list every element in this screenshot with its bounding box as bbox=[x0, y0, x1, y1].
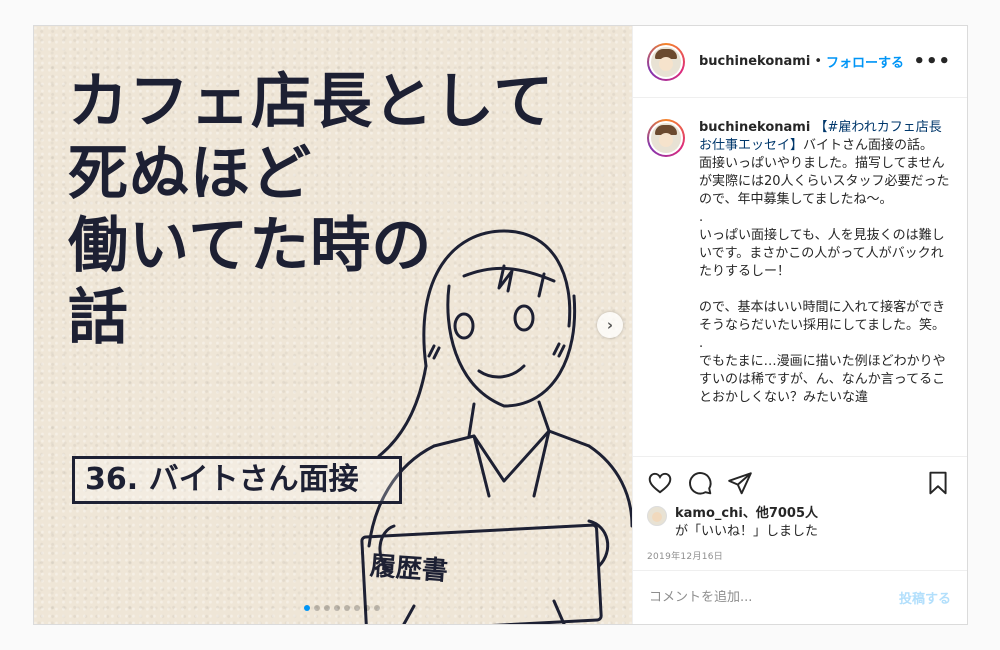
post-image[interactable]: カフェ店長として 死ぬほど 働いてた時の 話 36. バイトさん面接 履歴書 › bbox=[34, 26, 632, 624]
carousel-dots bbox=[304, 605, 380, 611]
post-header: buchinekonami • フォローする ••• bbox=[633, 26, 967, 98]
avatar[interactable] bbox=[647, 42, 685, 81]
carousel-dot bbox=[364, 605, 370, 611]
resume-label: 履歴書 bbox=[368, 551, 449, 587]
carousel-dot bbox=[344, 605, 350, 611]
follow-button[interactable]: フォローする bbox=[826, 52, 904, 71]
caption-body: バイトさん面接の話。 面接いっぱいやりました。描写してませんが実際には20人くら… bbox=[699, 138, 950, 405]
comments-area[interactable]: buchinekonami 【#雇われカフェ店長お仕事エッセイ】バイトさん面接の… bbox=[633, 99, 967, 456]
caption-username[interactable]: buchinekonami bbox=[699, 120, 810, 135]
likes-suffix: が「いいね！」しました bbox=[675, 524, 819, 539]
next-image-button[interactable]: › bbox=[597, 312, 623, 338]
send-icon[interactable] bbox=[727, 470, 753, 496]
caption-text: buchinekonami 【#雇われカフェ店長お仕事エッセイ】バイトさん面接の… bbox=[699, 119, 951, 407]
comment-input[interactable] bbox=[649, 590, 899, 605]
carousel-dot bbox=[304, 605, 310, 611]
add-comment-bar: 投稿する bbox=[633, 570, 967, 624]
manga-title: カフェ店長として 死ぬほど 働いてた時の 話 bbox=[68, 67, 555, 353]
liker-avatar[interactable] bbox=[647, 506, 667, 526]
comment-icon[interactable] bbox=[687, 470, 713, 496]
caption: buchinekonami 【#雇われカフェ店長お仕事エッセイ】バイトさん面接の… bbox=[647, 119, 951, 407]
instagram-post: カフェ店長として 死ぬほど 働いてた時の 話 36. バイトさん面接 履歴書 › bbox=[33, 25, 968, 625]
bookmark-icon[interactable] bbox=[925, 470, 951, 496]
carousel-dot bbox=[354, 605, 360, 611]
carousel-dot bbox=[314, 605, 320, 611]
carousel-dot bbox=[334, 605, 340, 611]
caption-avatar[interactable] bbox=[647, 119, 685, 157]
header-username[interactable]: buchinekonami bbox=[699, 54, 810, 69]
likes-count[interactable]: 、他7005人 bbox=[743, 506, 818, 521]
separator-dot: • bbox=[814, 54, 822, 69]
carousel-dot bbox=[374, 605, 380, 611]
liker-username[interactable]: kamo_chi bbox=[675, 506, 743, 521]
post-sidebar: buchinekonami • フォローする ••• buchinekonami… bbox=[632, 26, 967, 624]
post-comment-button[interactable]: 投稿する bbox=[899, 588, 951, 607]
episode-label: 36. バイトさん面接 bbox=[72, 456, 402, 504]
heart-icon[interactable] bbox=[647, 470, 673, 496]
more-horizontal-icon[interactable]: ••• bbox=[913, 51, 951, 72]
post-date[interactable]: 2019年12月16日 bbox=[647, 549, 951, 562]
carousel-dot bbox=[324, 605, 330, 611]
chevron-right-icon: › bbox=[606, 316, 614, 334]
post-actions: kamo_chi、他7005人 が「いいね！」しました 2019年12月16日 bbox=[633, 456, 967, 562]
likes-summary: kamo_chi、他7005人 が「いいね！」しました bbox=[647, 505, 951, 541]
